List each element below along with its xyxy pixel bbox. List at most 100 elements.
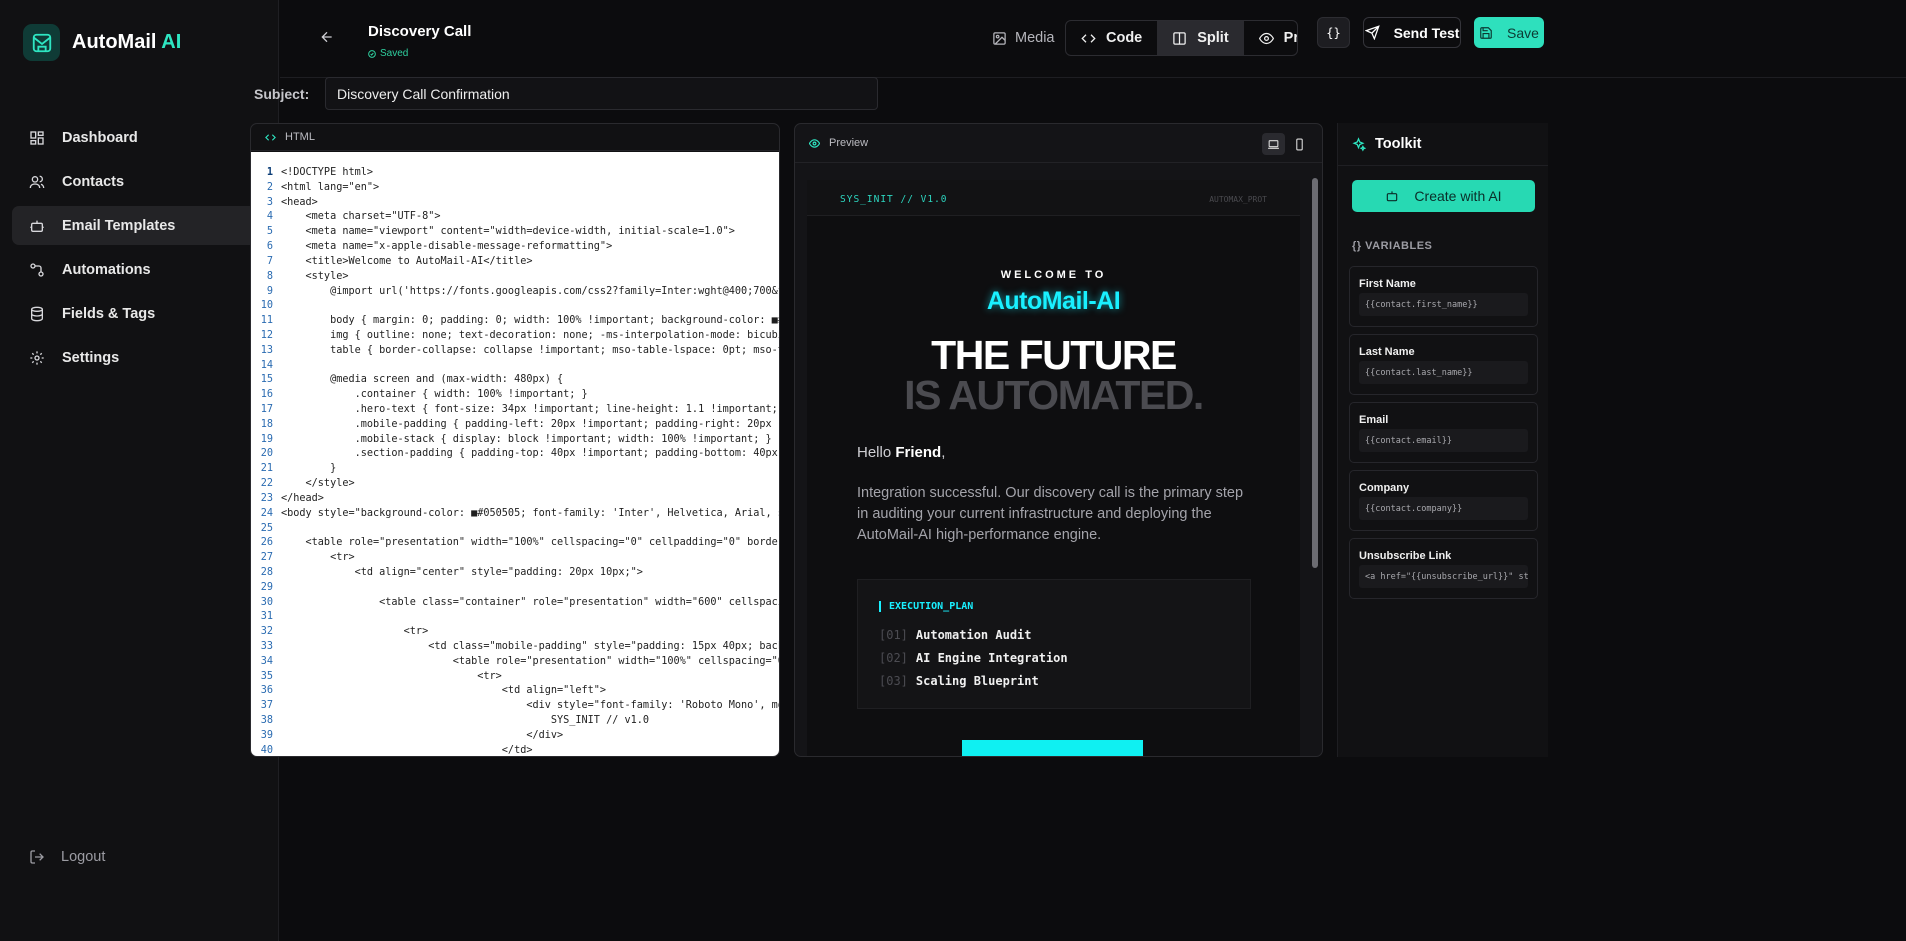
variable-code[interactable]: <a href="{{unsubscribe_url}}" sty… xyxy=(1359,565,1528,588)
code-line[interactable]: 25 xyxy=(251,522,779,537)
robot-icon xyxy=(1385,189,1399,203)
variable-code[interactable]: {{contact.email}} xyxy=(1359,429,1528,452)
scrollbar-thumb[interactable] xyxy=(1312,178,1318,568)
code-line[interactable]: 8 <style> xyxy=(251,270,779,285)
code-line[interactable]: 10 xyxy=(251,299,779,314)
code-line[interactable]: 27 <tr> xyxy=(251,551,779,566)
code-line[interactable]: 22 </style> xyxy=(251,477,779,492)
code-line[interactable]: 6 <meta name="x-apple-disable-message-re… xyxy=(251,240,779,255)
line-number: 26 xyxy=(260,537,273,549)
variable-label: Unsubscribe Link xyxy=(1359,550,1452,562)
code-line[interactable]: 28 <td align="center" style="padding: 20… xyxy=(251,566,779,581)
eye-icon xyxy=(1258,31,1274,46)
code-text: .section-padding { padding-top: 40px !im… xyxy=(281,448,779,460)
code-line[interactable]: 18 .mobile-padding { padding-left: 20px … xyxy=(251,418,779,433)
code-view-button[interactable]: Code xyxy=(1066,21,1157,55)
code-line[interactable]: 33 <td class="mobile-padding" style="pad… xyxy=(251,640,779,655)
split-view-button[interactable]: Split xyxy=(1157,21,1244,55)
code-line[interactable]: 24 <body style="background-color: ■#05050… xyxy=(251,507,779,522)
preview-scrollbar[interactable] xyxy=(1310,164,1320,756)
variable-code[interactable]: {{contact.last_name}} xyxy=(1359,361,1528,384)
variable-label: Company xyxy=(1359,482,1410,494)
code-line[interactable]: 3 <head> xyxy=(251,196,779,211)
code-line[interactable]: 34 <table role="presentation" width="100… xyxy=(251,655,779,670)
sidebar-item-email-templates[interactable]: Email Templates xyxy=(12,206,267,245)
send-test-button[interactable]: Send Test xyxy=(1363,17,1461,48)
code-line[interactable]: 13 table { border-collapse: collapse !im… xyxy=(251,344,779,359)
code-line[interactable]: 16 .container { width: 100% !important; … xyxy=(251,388,779,403)
sidebar-item-fields-tags[interactable]: Fields & Tags xyxy=(12,294,267,333)
line-number: 33 xyxy=(260,641,273,652)
code-text: @media screen and (max-width: 480px) { xyxy=(281,374,564,386)
code-line[interactable]: 7 <title>Welcome to AutoMail-AI</title> xyxy=(251,255,779,270)
variable-card-email[interactable]: Email {{contact.email}} xyxy=(1349,402,1538,463)
save-button[interactable]: Save xyxy=(1474,17,1544,48)
variables-json-button[interactable]: {} xyxy=(1317,17,1350,48)
editor-title: HTML xyxy=(285,131,315,143)
split-view-label: Split xyxy=(1197,30,1229,46)
code-line[interactable]: 5 <meta name="viewport" content="width=d… xyxy=(251,225,779,240)
code-line[interactable]: 2 <html lang="en"> xyxy=(251,181,779,196)
code-text: <meta charset="UTF-8"> xyxy=(281,211,441,223)
code-line[interactable]: 20 .section-padding { padding-top: 40px … xyxy=(251,447,779,462)
code-line[interactable]: 9 @import url('https://fonts.googleapis.… xyxy=(251,285,779,300)
brand-name: AutoMail-AI xyxy=(986,287,1121,315)
sidebar-item-contacts[interactable]: Contacts xyxy=(12,162,267,201)
line-number: 7 xyxy=(266,255,273,267)
variable-code[interactable]: {{contact.first_name}} xyxy=(1359,293,1528,316)
code-line[interactable]: 30 <table class="container" role="presen… xyxy=(251,596,779,611)
code-line[interactable]: 19 .mobile-stack { display: block !impor… xyxy=(251,433,779,448)
code-line[interactable]: 37 <div style="font-family: 'Roboto Mono… xyxy=(251,699,779,714)
code-editor[interactable]: 1 <!DOCTYPE html> 2 <html lang="en"> 3 <head>… xyxy=(251,152,779,756)
code-line[interactable]: 35 <tr> xyxy=(251,670,779,685)
code-line[interactable]: 17 .hero-text { font-size: 34px !importa… xyxy=(251,403,779,418)
variable-card-company[interactable]: Company {{contact.company}} xyxy=(1349,470,1538,531)
code-line[interactable]: 11 body { margin: 0; padding: 0; width: … xyxy=(251,314,779,329)
code-line[interactable]: 26 <table role="presentation" width="100… xyxy=(251,536,779,551)
code-line[interactable]: 15 @media screen and (max-width: 480px) … xyxy=(251,373,779,388)
code-text: <table class="container" role="presentat… xyxy=(281,596,779,608)
variable-card-last-name[interactable]: Last Name {{contact.last_name}} xyxy=(1349,334,1538,395)
code-line[interactable]: 14 xyxy=(251,359,779,374)
subject-input[interactable]: Discovery Call Confirmation xyxy=(325,77,878,110)
line-number: 15 xyxy=(260,374,273,386)
code-line[interactable]: 1 <!DOCTYPE html> xyxy=(251,166,779,181)
sidebar-item-settings[interactable]: Settings xyxy=(12,338,267,377)
sidebar-item-dashboard[interactable]: Dashboard xyxy=(12,118,267,157)
code-line[interactable]: 21 } xyxy=(251,462,779,477)
line-number: 27 xyxy=(260,552,273,564)
code-text: } xyxy=(281,463,337,475)
mobile-view-button[interactable] xyxy=(1288,133,1311,155)
line-number: 18 xyxy=(260,418,273,430)
plan-item: [01] Automation Audit xyxy=(879,628,1032,642)
preview-view-button[interactable]: Preview xyxy=(1244,21,1297,55)
variable-card-unsubscribe-link[interactable]: Unsubscribe Link <a href="{{unsubscribe_… xyxy=(1349,538,1538,599)
sidebar-item-label: Settings xyxy=(62,349,120,366)
media-button[interactable]: Media xyxy=(992,21,1055,55)
logout-button[interactable]: Logout xyxy=(29,849,105,865)
create-with-ai-button[interactable]: Create with AI xyxy=(1352,180,1535,212)
code-line[interactable]: 4 <meta charset="UTF-8"> xyxy=(251,210,779,225)
code-line[interactable]: 36 <td align="left"> xyxy=(251,684,779,699)
image-icon xyxy=(992,31,1007,46)
code-line[interactable]: 32 <tr> xyxy=(251,625,779,640)
code-line[interactable]: 12 img { outline: none; text-decoration:… xyxy=(251,329,779,344)
code-line[interactable]: 38 SYS_INIT // v1.0 xyxy=(251,714,779,729)
greeting: Hello Friend, xyxy=(857,444,946,461)
code-line[interactable]: 39 </div> xyxy=(251,729,779,744)
variable-label: First Name xyxy=(1359,278,1416,290)
back-button[interactable] xyxy=(319,29,335,45)
variable-card-first-name[interactable]: First Name {{contact.first_name}} xyxy=(1349,266,1538,327)
desktop-view-button[interactable] xyxy=(1262,133,1285,155)
app-logo[interactable]: AutoMail AI xyxy=(23,24,181,61)
cta-button[interactable] xyxy=(962,740,1143,756)
code-line[interactable]: 31 xyxy=(251,610,779,625)
sidebar-item-automations[interactable]: Automations xyxy=(12,250,267,289)
code-line[interactable]: 23 </head> xyxy=(251,492,779,507)
code-line[interactable]: 29 xyxy=(251,581,779,596)
line-number: 19 xyxy=(260,433,273,445)
code-text: table { border-collapse: collapse !impor… xyxy=(281,344,779,356)
line-number: 21 xyxy=(260,463,273,475)
variable-code[interactable]: {{contact.company}} xyxy=(1359,497,1528,520)
code-line[interactable]: 40 </td> xyxy=(251,744,779,756)
